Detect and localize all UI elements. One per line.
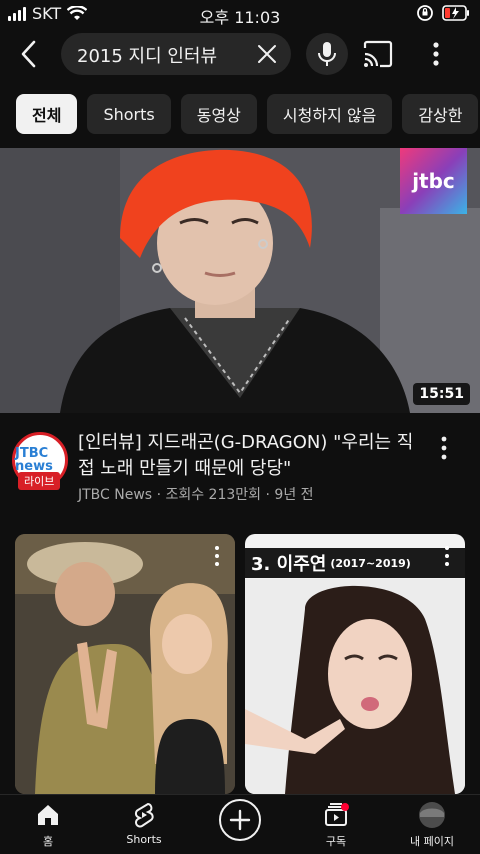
nav-you-label: 내 페이지 <box>410 835 454 848</box>
short-thumbnail <box>245 579 465 794</box>
live-badge: 라이브 <box>18 472 61 490</box>
chip-shorts[interactable]: Shorts <box>87 94 171 134</box>
profile-avatar <box>418 801 446 829</box>
short-headline-text: 3. 이주연 <box>251 554 327 575</box>
short-more-icon[interactable] <box>209 544 225 568</box>
filter-chips: 전체 Shorts 동영상 시청하지 않음 감상한 <box>16 94 479 134</box>
status-time: 오후 11:03 <box>199 8 281 27</box>
create-button[interactable] <box>219 799 261 841</box>
subscriptions-icon <box>322 801 350 829</box>
video-title[interactable]: [인터뷰] 지드래곤(G-DRAGON) "우리는 직접 노래 만들기 때문에 … <box>78 430 428 482</box>
plus-icon <box>229 809 251 831</box>
channel-name[interactable]: JTBC News <box>78 487 152 503</box>
upload-age: 9년 전 <box>274 487 314 503</box>
nav-you[interactable]: 내 페이지 <box>392 801 472 849</box>
status-bar: SKT 오후 11:03 <box>0 0 480 28</box>
chip-watched[interactable]: 감상한 <box>402 94 479 134</box>
battery-icon <box>442 5 469 21</box>
clear-icon[interactable] <box>257 44 277 64</box>
shorts-icon <box>130 801 158 829</box>
bottom-navigation: 홈 Shorts 구독 내 페이지 <box>0 794 480 854</box>
chip-videos[interactable]: 동영상 <box>180 94 257 134</box>
view-count: 조회수 213만회 <box>165 487 262 503</box>
short-thumbnail <box>15 534 235 794</box>
back-arrow-icon[interactable] <box>14 38 46 70</box>
video-meta: JTBC news 라이브 [인터뷰] 지드래곤(G-DRAGON) "우리는 … <box>0 426 480 516</box>
short-headline-years: (2017~2019) <box>330 556 411 570</box>
microphone-icon <box>318 42 336 66</box>
orientation-lock-icon <box>417 5 433 21</box>
nav-home-label: 홈 <box>42 835 54 848</box>
more-options-icon[interactable] <box>424 38 448 70</box>
nav-subscriptions-label: 구독 <box>325 835 347 848</box>
home-icon <box>34 801 62 829</box>
short-card[interactable]: 3. 이주연 (2017~2019) <box>245 534 465 794</box>
voice-search-button[interactable] <box>306 33 348 75</box>
search-header: 2015 지디 인터뷰 <box>0 30 480 78</box>
video-duration: 15:51 <box>413 383 470 405</box>
jtbc-logo: jtbc <box>400 148 467 214</box>
chip-all[interactable]: 전체 <box>16 94 78 134</box>
shorts-shelf: 3. 이주연 (2017~2019) <box>15 534 465 794</box>
status-right <box>416 4 470 22</box>
nav-home[interactable]: 홈 <box>8 801 88 849</box>
video-subtitle: JTBC News · 조회수 213만회 · 9년 전 <box>78 487 314 503</box>
search-input[interactable]: 2015 지디 인터뷰 <box>61 33 291 75</box>
search-query[interactable]: 2015 지디 인터뷰 <box>77 42 217 68</box>
video-thumbnail[interactable]: jtbc 15:51 <box>0 148 480 413</box>
short-more-icon[interactable] <box>439 544 455 568</box>
nav-shorts[interactable]: Shorts <box>104 801 184 846</box>
short-card[interactable] <box>15 534 235 794</box>
nav-subscriptions[interactable]: 구독 <box>296 801 376 849</box>
channel-avatar-logo: JTBC news <box>15 446 53 474</box>
video-more-icon[interactable] <box>434 434 454 462</box>
short-headline: 3. 이주연 (2017~2019) <box>245 548 465 578</box>
nav-shorts-label: Shorts <box>126 833 162 846</box>
cast-icon[interactable] <box>362 40 394 68</box>
chip-unwatched[interactable]: 시청하지 않음 <box>266 94 393 134</box>
